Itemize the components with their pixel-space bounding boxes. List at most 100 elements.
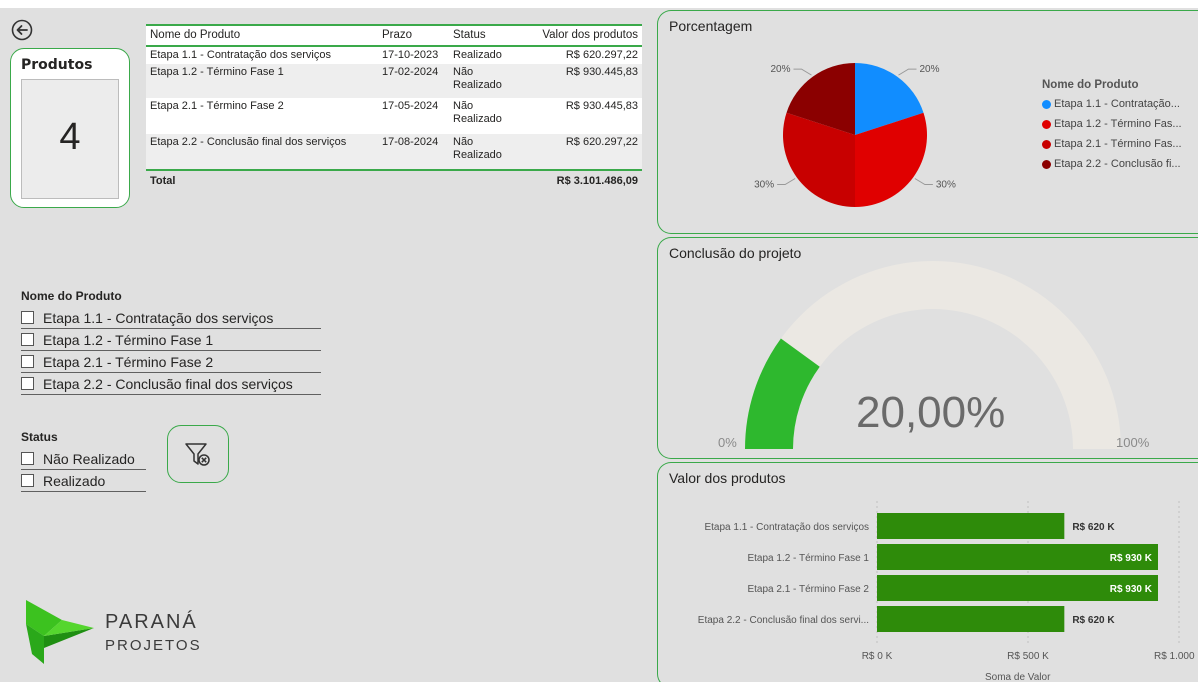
cell-product: Etapa 2.1 - Término Fase 2: [146, 98, 378, 134]
pie-title: Porcentagem: [669, 18, 753, 34]
pie-legend: Nome do Produto Etapa 1.1 - Contratação.…: [1042, 79, 1198, 174]
total-label: Total: [146, 170, 378, 192]
checkbox[interactable]: [21, 355, 34, 368]
clear-filter-icon: [185, 443, 210, 466]
top-strip: [0, 0, 1198, 8]
table-total-row: Total R$ 3.101.486,09: [146, 170, 642, 192]
pie-chart[interactable]: 20% 30% 30% 20%: [728, 41, 1058, 231]
cell-date: 17-05-2024: [378, 98, 449, 134]
checkbox[interactable]: [21, 377, 34, 390]
product-slicer-label: Etapa 1.2 - Término Fase 1: [43, 331, 214, 348]
y-category-label: Etapa 1.2 - Término Fase 1: [747, 553, 869, 564]
status-slicer-item[interactable]: Não Realizado: [21, 448, 146, 470]
product-slicer-label: Etapa 2.1 - Término Fase 2: [43, 353, 214, 370]
legend-item[interactable]: Etapa 1.2 - Término Fas...: [1042, 114, 1198, 134]
status-slicer-label: Não Realizado: [43, 450, 135, 467]
parana-projetos-logo: [26, 600, 94, 664]
bar-chart[interactable]: R$ 0 K R$ 500 K R$ 1.000 K Etapa 1.1 - Cont…: [658, 463, 1198, 682]
x-tick-label: R$ 1.000 K: [1154, 651, 1198, 662]
bar-data-label: R$ 930 K: [1110, 584, 1153, 595]
bar-data-label: R$ 930 K: [1110, 553, 1153, 564]
cell-product: Etapa 2.2 - Conclusão final dos serviços: [146, 134, 378, 170]
product-slicer-label: Etapa 1.1 - Contratação dos serviços: [43, 309, 274, 326]
column-header[interactable]: Nome do Produto: [146, 25, 378, 46]
project-completion-panel: Conclusão do projeto 20,00% 0% 100%: [657, 237, 1198, 459]
y-category-label: Etapa 1.1 - Contratação dos serviços: [704, 522, 869, 533]
table-row: Etapa 2.2 - Conclusão final dos serviços…: [146, 134, 642, 170]
gauge-max-label: 100%: [1116, 435, 1150, 450]
legend-title: Nome do Produto: [1042, 79, 1139, 91]
products-count-box: 4: [21, 79, 119, 199]
checkbox[interactable]: [21, 311, 34, 324]
back-arrow-icon[interactable]: [11, 19, 33, 41]
cell-status: Não Realizado: [449, 134, 523, 170]
x-tick-label: R$ 500 K: [1007, 651, 1049, 662]
checkbox[interactable]: [21, 333, 34, 346]
legend-item[interactable]: Etapa 1.1 - Contratação...: [1042, 94, 1198, 114]
x-tick-label: R$ 0 K: [862, 651, 893, 662]
pie-data-label: 30%: [754, 179, 774, 190]
cell-date: 17-10-2023: [378, 46, 449, 64]
product-slicer-item[interactable]: Etapa 1.2 - Término Fase 1: [21, 329, 321, 351]
product-slicer-label: Etapa 2.2 - Conclusão final dos serviços: [43, 375, 293, 392]
bar-data-label: R$ 620 K: [1072, 522, 1115, 533]
products-value-panel: Valor dos produtos R$ 0 K R$ 500 K R$ 1.00…: [657, 462, 1198, 682]
products-card: Produtos 4: [10, 48, 130, 208]
pie-data-label: 20%: [770, 64, 790, 75]
legend-label: Etapa 1.1 - Contratação...: [1054, 98, 1180, 110]
cell-product: Etapa 1.1 - Contratação dos serviços: [146, 46, 378, 64]
products-card-title: Produtos: [21, 57, 93, 73]
total-value: R$ 3.101.486,09: [523, 170, 642, 192]
cell-value: R$ 620.297,22: [523, 134, 642, 170]
legend-dot: [1042, 119, 1051, 129]
cell-value: R$ 930.445,83: [523, 64, 642, 98]
product-slicer-item[interactable]: Etapa 2.1 - Término Fase 2: [21, 351, 321, 373]
products-table: Nome do Produto Prazo Status Valor dos p…: [146, 24, 642, 204]
logo-text-projetos: PROJETOS: [105, 637, 202, 654]
products-count: 4: [59, 116, 81, 158]
pie-label-leader: [914, 178, 933, 185]
checkbox[interactable]: [21, 452, 34, 465]
checkbox[interactable]: [21, 474, 34, 487]
table-row: Etapa 2.1 - Término Fase 2 17-05-2024 Nã…: [146, 98, 642, 134]
pie-data-label: 30%: [936, 179, 956, 190]
pie-data-label: 20%: [919, 64, 939, 75]
legend-dot: [1042, 159, 1051, 169]
cell-status: Não Realizado: [449, 64, 523, 98]
bar-data-label: R$ 620 K: [1072, 615, 1115, 626]
legend-label: Etapa 2.2 - Conclusão fi...: [1054, 158, 1181, 170]
product-slicer-item[interactable]: Etapa 1.1 - Contratação dos serviços: [21, 307, 321, 329]
column-header[interactable]: Valor dos produtos: [523, 25, 642, 46]
legend-label: Etapa 2.1 - Término Fas...: [1054, 138, 1182, 150]
clear-filters-button[interactable]: [167, 425, 229, 483]
pie-label-leader: [777, 178, 796, 185]
legend-item[interactable]: Etapa 2.1 - Término Fas...: [1042, 134, 1198, 154]
y-category-label: Etapa 2.1 - Término Fase 2: [747, 584, 869, 595]
status-slicer-item[interactable]: Realizado: [21, 470, 146, 492]
product-slicer-item[interactable]: Etapa 2.2 - Conclusão final dos serviços: [21, 373, 321, 395]
logo-text-parana: PARANÁ: [105, 611, 198, 633]
column-header[interactable]: Prazo: [378, 25, 449, 46]
column-header[interactable]: Status: [449, 25, 523, 46]
cell-date: 17-02-2024: [378, 64, 449, 98]
cell-date: 17-08-2024: [378, 134, 449, 170]
status-slicer: Não Realizado Realizado: [21, 448, 146, 492]
legend-dot: [1042, 99, 1051, 109]
percentage-panel: Porcentagem 20% 30% 30% 20% Nome do Produto…: [657, 10, 1198, 234]
status-slicer-title: Status: [21, 430, 58, 444]
table-row: Etapa 1.1 - Contratação dos serviços 17-…: [146, 46, 642, 64]
axis-title: Soma de Valor: [985, 672, 1051, 682]
cell-status: Não Realizado: [449, 98, 523, 134]
table-row: Etapa 1.2 - Término Fase 1 17-02-2024 Nã…: [146, 64, 642, 98]
status-slicer-label: Realizado: [43, 472, 106, 489]
bar[interactable]: [877, 513, 1065, 539]
table-header-row: Nome do Produto Prazo Status Valor dos p…: [146, 25, 642, 46]
y-category-label: Etapa 2.2 - Conclusão final dos servi...: [698, 615, 869, 626]
bar[interactable]: [877, 606, 1065, 632]
product-slicer: Etapa 1.1 - Contratação dos serviços Eta…: [21, 307, 321, 395]
pie-label-leader: [793, 68, 812, 76]
cell-status: Realizado: [449, 46, 523, 64]
legend-item[interactable]: Etapa 2.2 - Conclusão fi...: [1042, 154, 1198, 174]
cell-value: R$ 930.445,83: [523, 98, 642, 134]
legend-label: Etapa 1.2 - Término Fas...: [1054, 118, 1182, 130]
